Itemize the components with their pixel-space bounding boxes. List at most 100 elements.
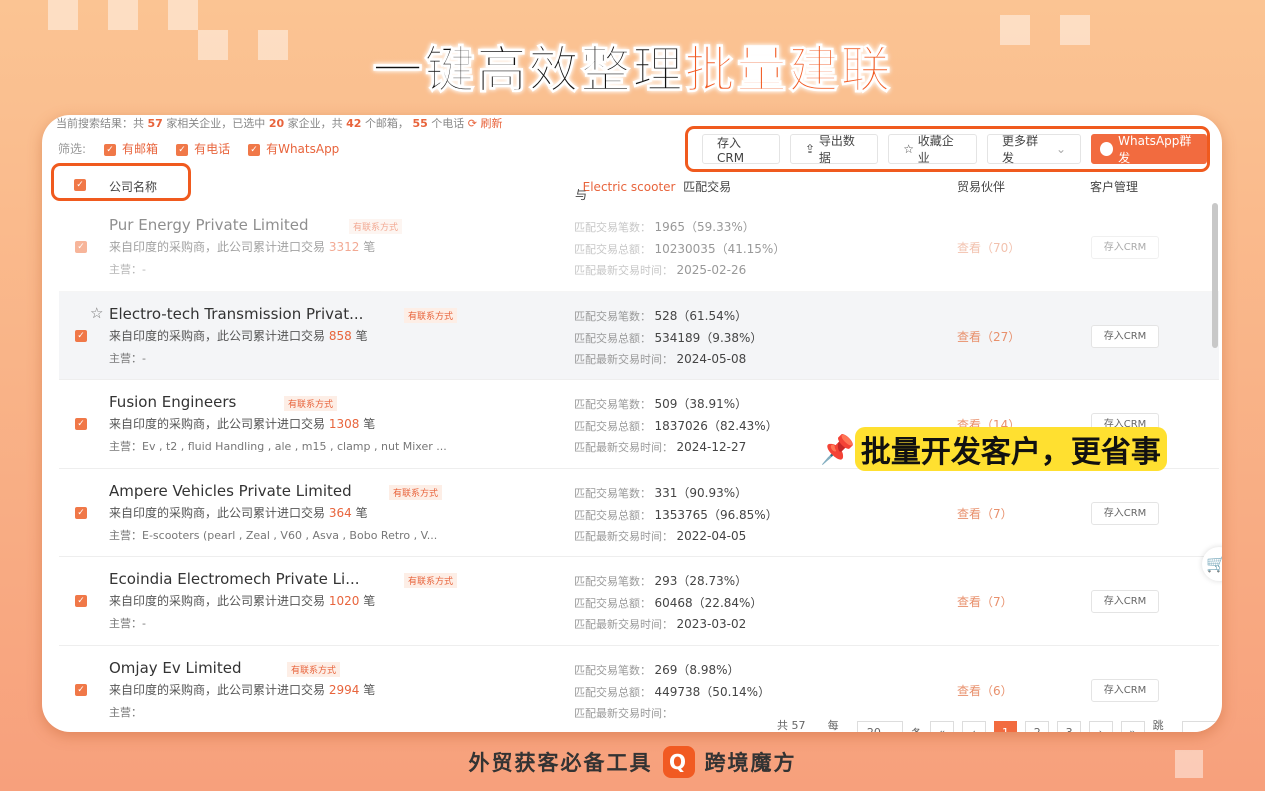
main-label: 主营： <box>109 617 142 630</box>
jump-to-input[interactable] <box>1182 721 1222 732</box>
match-date-value: 2025-02-26 <box>676 263 747 277</box>
table-header: ✓ 公司名称 与 Electric scooter 匹配交易 贸易伙伴 客户管理 <box>42 163 1222 202</box>
star-icon[interactable]: ☆ <box>90 304 103 322</box>
source-text: 来自印度的采购商，此公司累计进口交易 <box>109 505 326 520</box>
save-to-crm-button[interactable]: 存入CRM <box>702 134 781 165</box>
search-results-panel: 当前搜索结果：共 57 家相关企业，已选中 20 家企业，共 42 个邮箱， 5… <box>42 115 1222 732</box>
whatsapp-label: WhatsApp群发 <box>1118 134 1192 165</box>
match-date: 匹配最新交易时间： 2024-12-27 <box>574 439 746 455</box>
row-checkbox[interactable]: ✓ <box>75 506 87 519</box>
view-label: 查看 <box>957 506 982 521</box>
has-contact-badge: 有联系方式 <box>404 307 458 323</box>
match-count: 匹配交易笔数： 293（28.73%） <box>574 572 747 589</box>
match-count: 匹配交易笔数： 509（38.91%） <box>574 395 747 412</box>
summary-text: 个电话 <box>431 117 465 130</box>
match-amount: 匹配交易总额： 449738（50.14%） <box>574 683 770 700</box>
row-checkbox[interactable]: ✓ <box>75 595 87 607</box>
view-partners-link[interactable]: 查看（6） <box>957 682 1013 699</box>
table-row[interactable]: ✓ Pur Energy Private Limited 有联系方式 来自印度的… <box>59 203 1219 292</box>
refresh-link[interactable]: ⟳ 刷新 <box>468 117 503 130</box>
filter-has-email[interactable]: ✓ 有邮箱 <box>104 140 158 157</box>
match-date: 匹配最新交易时间： 2024-05-08 <box>574 351 746 367</box>
page-size-value: 20 <box>867 726 881 732</box>
match-keyword: Electric scooter <box>582 180 676 194</box>
match-count-label: 匹配交易笔数： <box>574 398 651 411</box>
match-amount-value: 10230035（41.15%） <box>654 242 786 256</box>
match-count-label: 匹配交易笔数： <box>574 486 651 500</box>
table-row[interactable]: ✓ Ampere Vehicles Private Limited 有联系方式 … <box>59 469 1219 557</box>
trade-count: 2994 <box>328 682 360 697</box>
search-summary: 当前搜索结果：共 57 家相关企业，已选中 20 家企业，共 42 个邮箱， 5… <box>56 115 502 131</box>
page-1-button[interactable]: 1 <box>993 721 1018 732</box>
whatsapp-broadcast-button[interactable]: WhatsApp群发 <box>1091 134 1208 165</box>
prev-page-button[interactable]: ‹ <box>961 721 986 732</box>
more-broadcast-dropdown[interactable]: 更多群发 ⌄ <box>987 134 1082 165</box>
trade-count: 858 <box>328 328 352 343</box>
row-save-to-crm-button[interactable]: 存入CRM <box>1091 236 1159 259</box>
table-row[interactable]: ✓ ☆ Electro-tech Transmission Privat... … <box>59 291 1219 380</box>
row-save-to-crm-button[interactable]: 存入CRM <box>1091 324 1159 348</box>
match-date: 匹配最新交易时间： 2025-02-26 <box>574 262 746 278</box>
next-page-button[interactable]: › <box>1088 721 1113 732</box>
row-save-to-crm-button[interactable]: 存入CRM <box>1091 678 1159 702</box>
main-label: 主营： <box>109 263 142 276</box>
match-amount-label: 匹配交易总额： <box>574 508 651 522</box>
filter-has-whatsapp[interactable]: ✓ 有WhatsApp <box>248 140 339 157</box>
select-all-checkbox[interactable]: ✓ <box>74 179 86 191</box>
export-icon: ⇪ <box>805 142 819 156</box>
page-2-button[interactable]: 2 <box>1025 721 1050 732</box>
page-3-button[interactable]: 3 <box>1057 721 1081 732</box>
bulk-action-toolbar: 存入CRM ⇪ 导出数据 ☆ 收藏企业 更多群发 ⌄ WhatsApp群发 <box>685 126 1210 172</box>
row-save-to-crm-button[interactable]: 存入CRM <box>1091 590 1159 613</box>
source-text: 来自印度的采购商，此公司累计进口交易 <box>109 240 326 254</box>
company-name[interactable]: Electro-tech Transmission Privat... <box>109 305 363 323</box>
headline-part1: 一键高效整理 <box>372 41 685 100</box>
filter-has-phone[interactable]: ✓ 有电话 <box>176 140 230 157</box>
view-label: 查看 <box>957 241 982 255</box>
main-products: 主营： <box>109 704 142 720</box>
pushpin-icon: 📌 <box>820 432 855 466</box>
row-checkbox[interactable]: ✓ <box>75 329 87 342</box>
row-checkbox[interactable]: ✓ <box>75 683 87 696</box>
match-amount-label: 匹配交易总额： <box>574 685 651 699</box>
match-date-label: 匹配最新交易时间： <box>574 529 673 543</box>
page-size-select[interactable]: 20 ⌄ <box>857 721 903 732</box>
view-partners-link[interactable]: 查看（27） <box>957 328 1020 345</box>
favorite-company-button[interactable]: ☆ 收藏企业 <box>888 134 978 165</box>
view-partners-link[interactable]: 查看（7） <box>957 593 1013 610</box>
match-amount-value: 1353765（96.85%） <box>654 507 778 522</box>
row-save-to-crm-button[interactable]: 存入CRM <box>1091 501 1159 525</box>
match-count-value: 1965（59.33%） <box>654 220 755 234</box>
company-name[interactable]: Fusion Engineers <box>109 393 236 411</box>
last-page-button[interactable]: » <box>1120 721 1145 732</box>
match-amount: 匹配交易总额： 534189（9.38%） <box>574 329 762 346</box>
match-date-label: 匹配最新交易时间： <box>574 706 673 720</box>
filter-label-phone: 有电话 <box>194 142 231 156</box>
scrollbar[interactable] <box>1212 203 1218 348</box>
source-unit: 笔 <box>355 505 368 520</box>
match-amount-label: 匹配交易总额： <box>574 331 651 345</box>
headline-highlight: 批量建联 <box>684 41 893 100</box>
first-page-button[interactable]: « <box>929 721 954 732</box>
main-products: 主营：- <box>109 350 146 366</box>
footer-slogan: 外贸获客必备工具 <box>468 751 653 775</box>
view-partners-link[interactable]: 查看（7） <box>957 505 1013 522</box>
company-name[interactable]: Pur Energy Private Limited <box>109 216 309 234</box>
table-row[interactable]: ✓ Ecoindia Electromech Private Li... 有联系… <box>59 557 1219 646</box>
company-name[interactable]: Ampere Vehicles Private Limited <box>109 482 352 500</box>
company-name[interactable]: Omjay Ev Limited <box>109 659 241 677</box>
row-checkbox[interactable]: ✓ <box>75 241 87 253</box>
main-products: 主营：- <box>109 261 146 277</box>
company-name[interactable]: Ecoindia Electromech Private Li... <box>109 570 360 588</box>
column-manage: 客户管理 <box>1090 180 1139 194</box>
view-partners-link[interactable]: 查看（70） <box>957 239 1020 256</box>
main-value: - <box>142 351 146 365</box>
star-icon: ☆ <box>903 142 918 156</box>
company-source: 来自印度的采购商，此公司累计进口交易 3312 笔 <box>109 238 375 255</box>
main-label: 主营： <box>109 705 142 719</box>
match-count-label: 匹配交易笔数： <box>574 221 651 234</box>
export-data-button[interactable]: ⇪ 导出数据 <box>790 134 879 165</box>
row-checkbox[interactable]: ✓ <box>75 418 87 430</box>
per-page-unit: 条 <box>911 725 922 732</box>
match-amount-label: 匹配交易总额： <box>574 420 651 433</box>
